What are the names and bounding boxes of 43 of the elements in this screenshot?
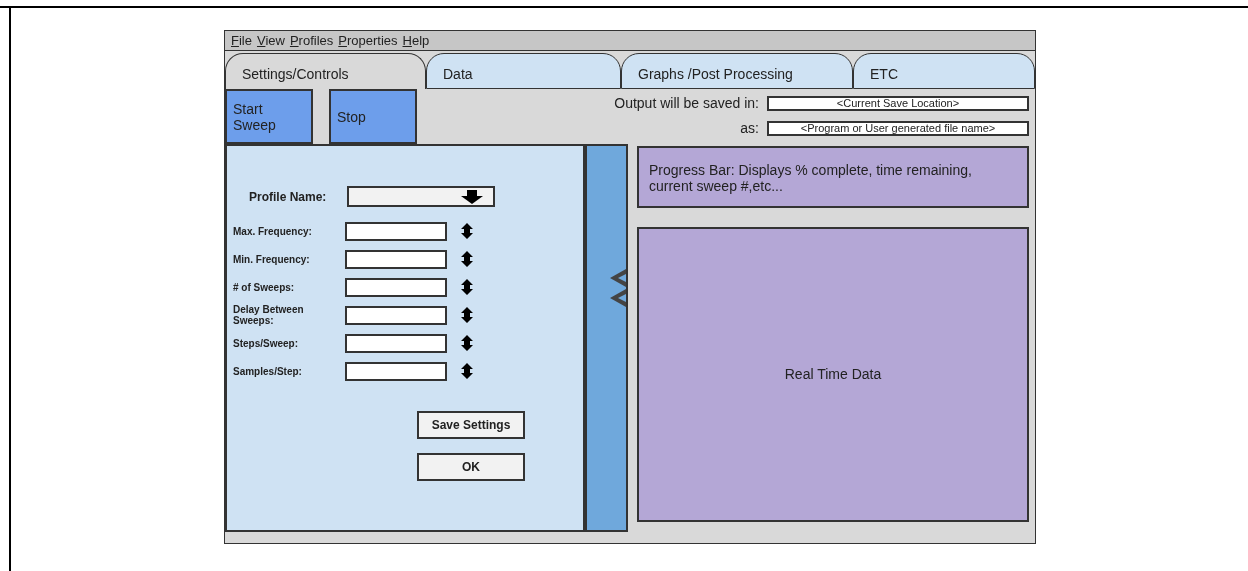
up-down-arrows-icon[interactable] <box>461 223 473 239</box>
up-down-arrows-icon[interactable] <box>461 307 473 323</box>
menu-item[interactable]: Properties <box>338 34 398 47</box>
settings-button[interactable]: OK <box>417 453 525 481</box>
chevron-left-icon <box>610 269 626 287</box>
menu-item[interactable]: View <box>256 34 285 47</box>
menu-item[interactable]: File <box>231 34 252 47</box>
field-label: Delay Between Sweeps: <box>233 304 305 326</box>
tab[interactable]: Graphs /Post Processing <box>621 53 853 89</box>
settings-button[interactable]: Save Settings <box>417 411 525 439</box>
profile-dropdown[interactable] <box>347 186 495 207</box>
input-field[interactable] <box>345 333 447 353</box>
up-down-arrows-icon[interactable] <box>461 363 473 379</box>
toolbar-button[interactable]: Start Sweep <box>225 89 313 144</box>
tab[interactable]: Settings/Controls <box>225 53 426 89</box>
input-field[interactable] <box>345 361 447 381</box>
collapse-splitter[interactable] <box>585 144 628 532</box>
progress-panel: Progress Bar: Displays % complete, time remaining, current sweep #,etc... <box>637 146 1029 208</box>
input-field[interactable] <box>345 277 447 297</box>
save-location-label: Output will be saved in: <box>614 94 759 113</box>
file-name-label: as: <box>740 119 759 138</box>
tab[interactable]: ETC <box>853 53 1035 89</box>
menu-item[interactable]: Help <box>402 34 430 47</box>
field-label: Steps/Sweep: <box>233 337 300 349</box>
field-label: # of Sweeps: <box>233 281 296 293</box>
field-label: Samples/Step: <box>233 365 303 377</box>
toolbar-button[interactable]: Stop <box>329 89 417 144</box>
up-down-arrows-icon[interactable] <box>461 251 473 267</box>
input-field[interactable] <box>345 305 447 325</box>
field-label: Max. Frequency: <box>233 225 313 237</box>
file-name-field[interactable]: <Program or User generated file name> <box>767 121 1029 136</box>
menu-item[interactable]: Profiles <box>289 34 334 47</box>
up-down-arrows-icon[interactable] <box>461 335 473 351</box>
save-location-field[interactable]: <Current Save Location> <box>767 96 1029 111</box>
real-time-data-panel: Real Time Data <box>637 227 1029 522</box>
profile-name-label: Profile Name: <box>248 188 328 206</box>
field-label: Min. Frequency: <box>233 253 311 265</box>
chevron-left-icon <box>610 289 626 307</box>
up-down-arrows-icon[interactable] <box>461 279 473 295</box>
down-arrow-icon <box>461 189 483 204</box>
input-field[interactable] <box>345 221 447 241</box>
tab[interactable]: Data <box>426 53 621 89</box>
input-field[interactable] <box>345 249 447 269</box>
